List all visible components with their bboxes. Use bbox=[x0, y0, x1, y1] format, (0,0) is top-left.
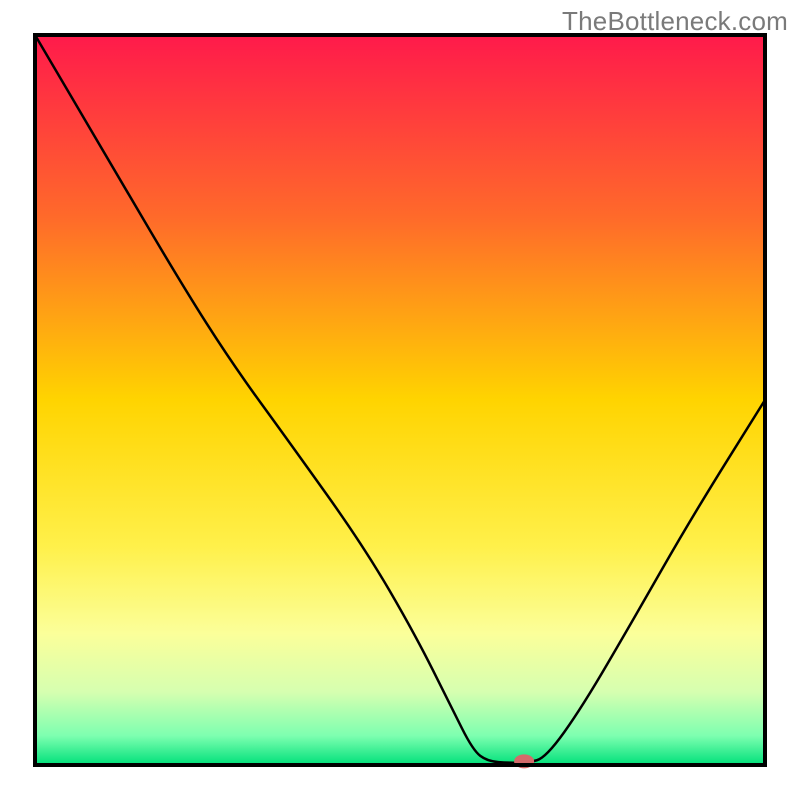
chart-svg bbox=[0, 0, 800, 800]
gradient-background bbox=[35, 35, 765, 765]
bottleneck-chart: TheBottleneck.com bbox=[0, 0, 800, 800]
watermark-label: TheBottleneck.com bbox=[562, 6, 788, 37]
